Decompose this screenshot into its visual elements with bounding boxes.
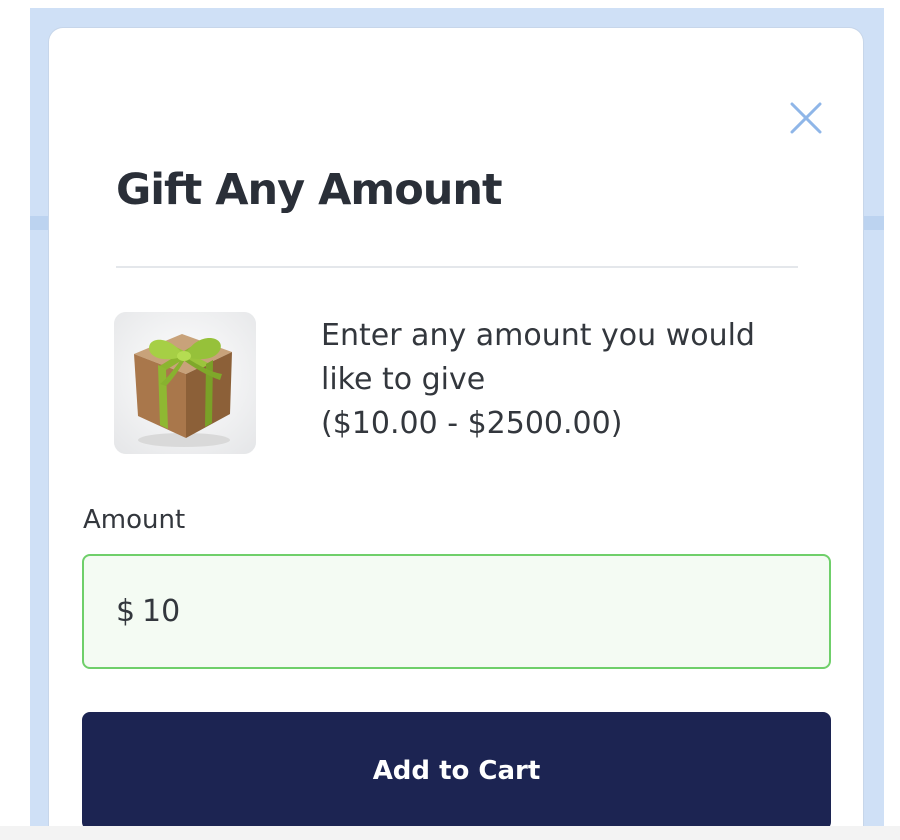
page-bottom-strip [0,826,900,840]
close-icon [790,102,822,134]
description-range: ($10.00 - $2500.00) [321,406,623,441]
currency-symbol: $ [116,594,136,629]
description-line: Enter any amount you would [321,318,755,353]
modal-title: Gift Any Amount [116,165,503,215]
description-line: like to give [321,362,486,397]
gift-box-icon [114,312,256,454]
title-divider [116,266,798,268]
gift-description: Enter any amount you would like to give … [321,314,801,446]
amount-label: Amount [83,505,186,535]
gift-product-image [114,312,256,454]
add-to-cart-button[interactable]: Add to Cart [82,712,831,830]
close-button[interactable] [784,96,828,140]
amount-input[interactable] [142,586,782,636]
amount-field[interactable]: $ [82,554,831,669]
